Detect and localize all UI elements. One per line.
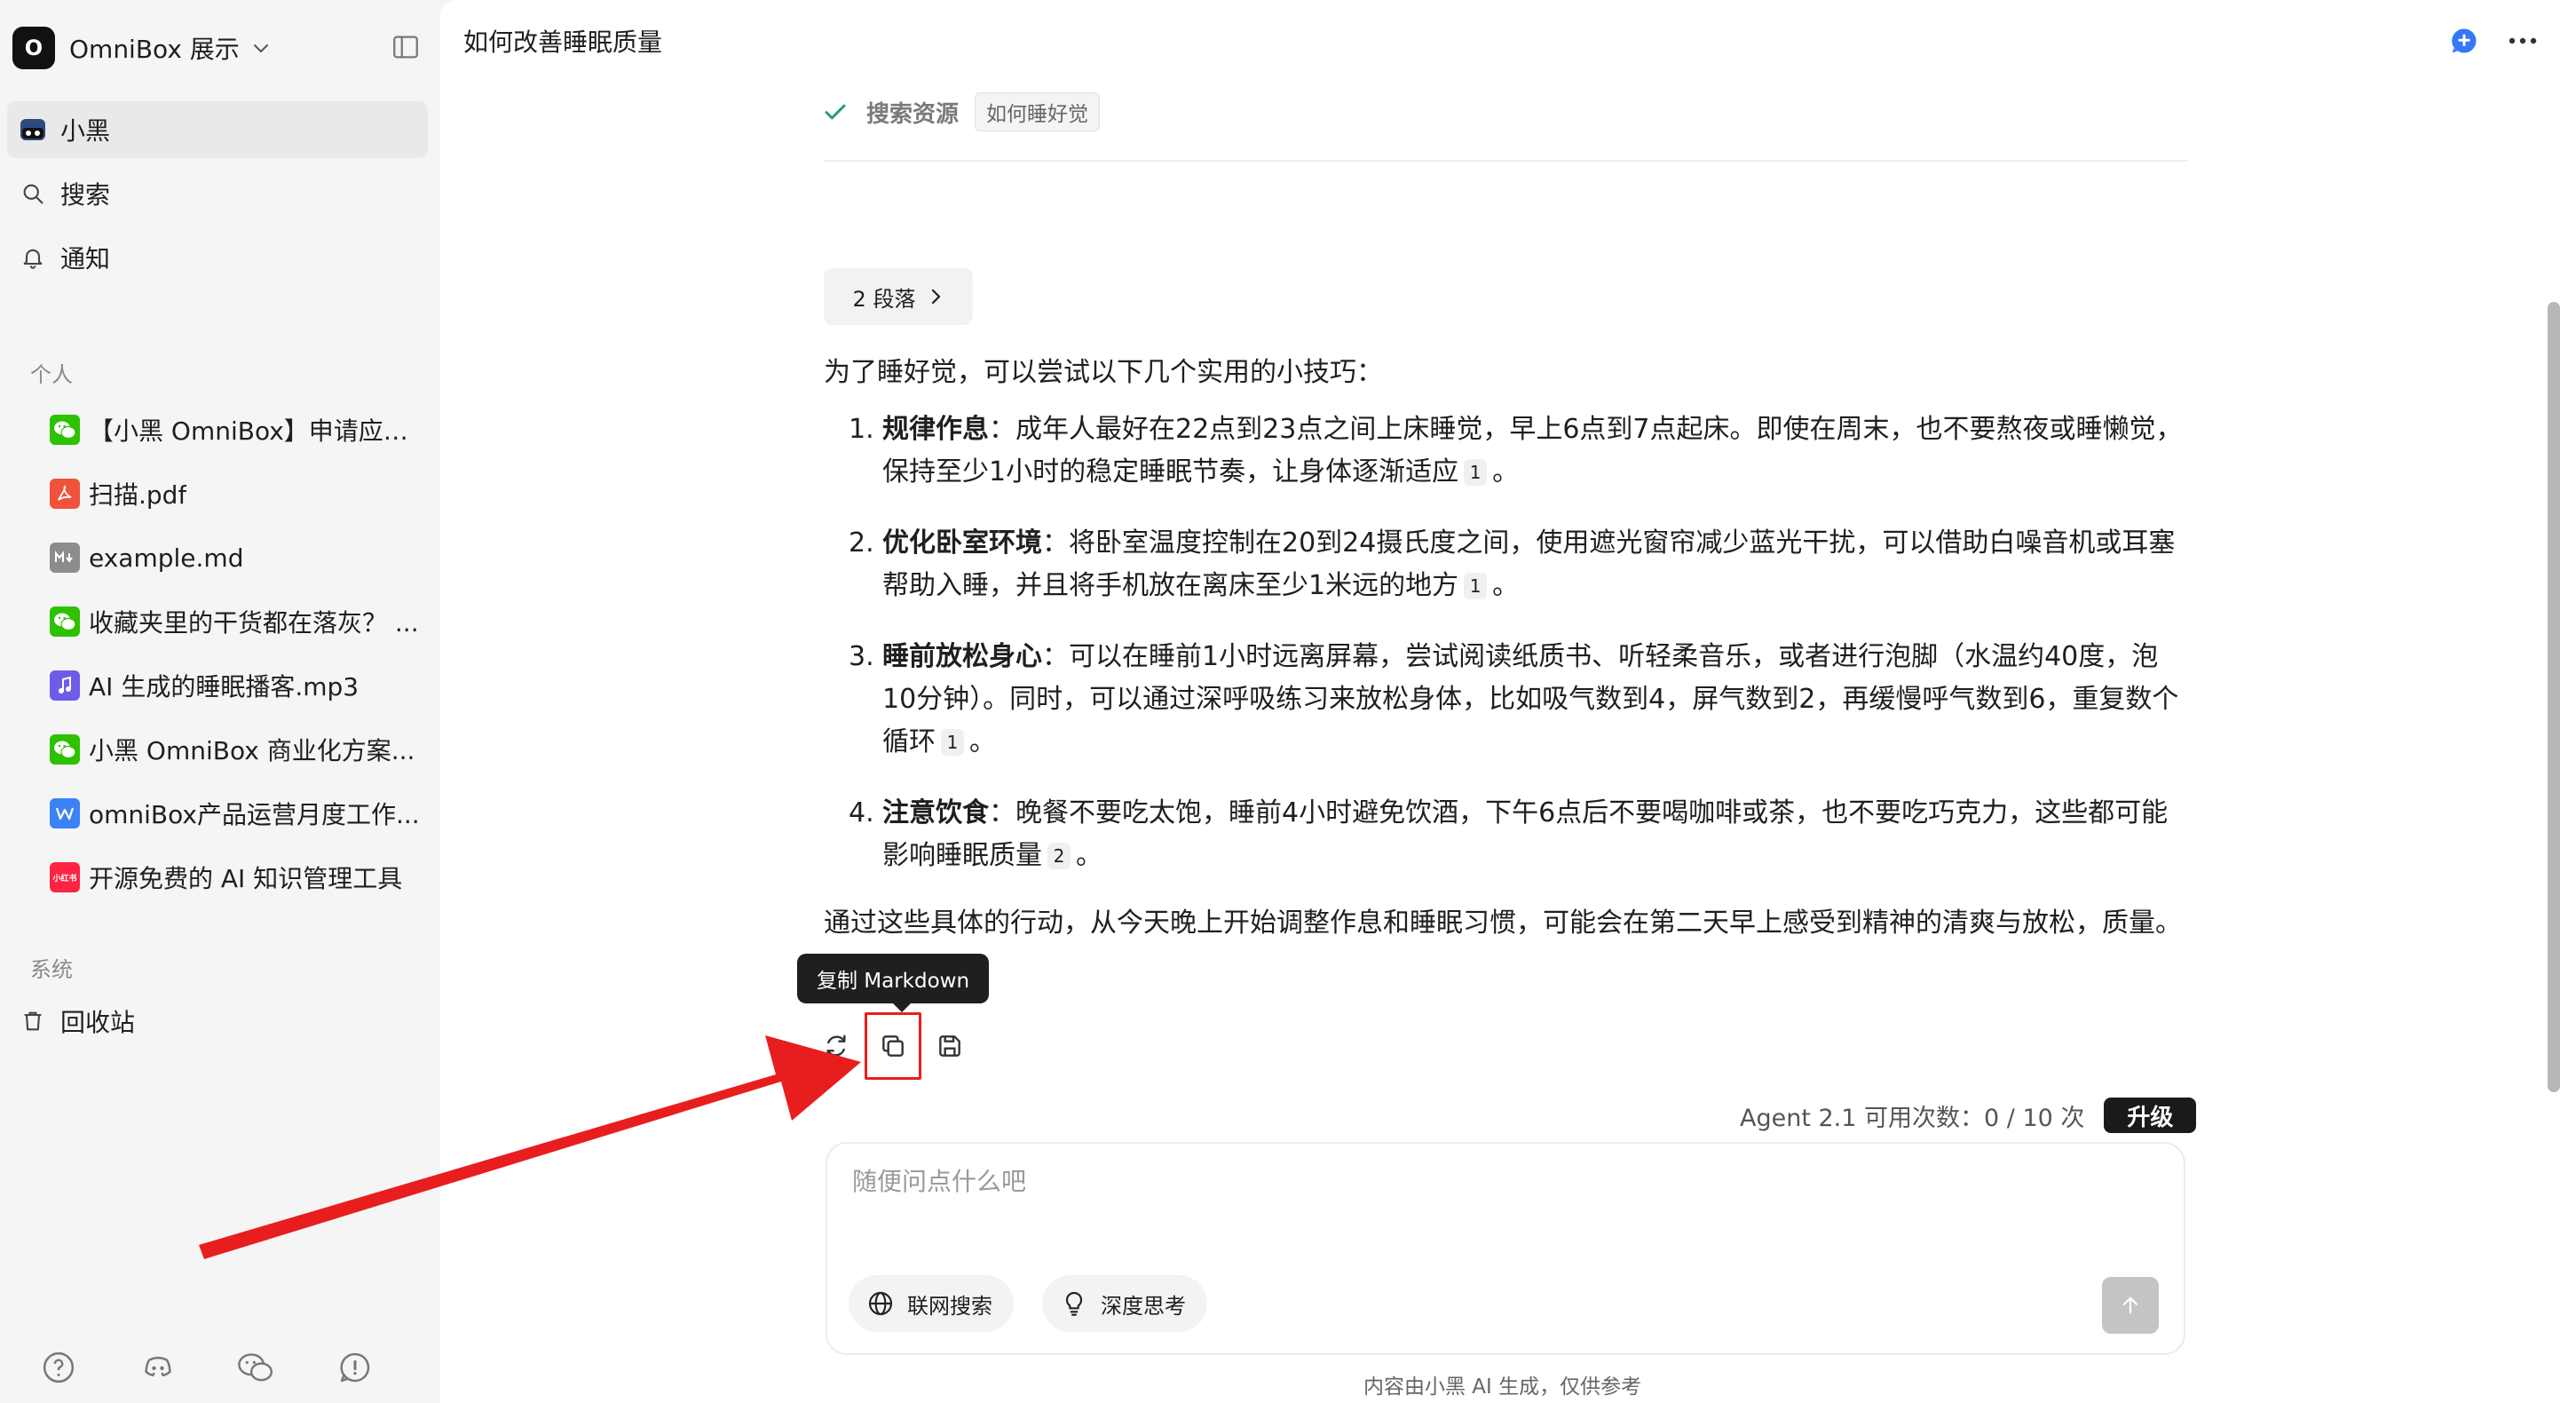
xiaohongshu-icon: 小红书 bbox=[50, 862, 80, 892]
globe-icon bbox=[868, 1291, 893, 1316]
nav-item-label: 搜索 bbox=[60, 180, 111, 210]
file-item-label: 【小黑 OmniBox】申请应聘... bbox=[89, 416, 423, 446]
wechat-icon bbox=[50, 734, 80, 765]
list-item: 2. 优化卧室环境：将卧室温度控制在20到24摄氏度之间，使用遮光窗帘减少蓝光干扰… bbox=[849, 527, 2176, 601]
trash-icon bbox=[18, 1006, 48, 1036]
divider bbox=[824, 160, 2187, 162]
chat-composer: 联网搜索 深度思考 bbox=[826, 1142, 2185, 1355]
workspace-avatar: O bbox=[12, 27, 55, 69]
wechat-icon bbox=[50, 415, 80, 445]
file-item[interactable]: 收藏夹里的干货都在落灰？ ... bbox=[50, 597, 423, 646]
more-options-icon[interactable] bbox=[2503, 21, 2542, 60]
nav-item-trash[interactable]: 回收站 bbox=[7, 993, 428, 1050]
word-icon bbox=[50, 798, 80, 828]
file-item-label: AI 生成的睡眠播客.mp3 bbox=[89, 672, 360, 702]
nav-item-xiaohei[interactable]: 小黑 bbox=[7, 101, 428, 158]
answer-body: 为了睡好觉，可以尝试以下几个实用的小技巧： 1. 规律作息：成年人最好在22点到2… bbox=[824, 352, 2191, 945]
file-item-label: 开源免费的 AI 知识管理工具 bbox=[89, 864, 403, 893]
section-label-personal: 个人 bbox=[30, 362, 73, 387]
chevron-down-icon bbox=[253, 44, 268, 52]
file-item-label: 小黑 OmniBox 商业化方案... bbox=[89, 736, 415, 765]
xiaohei-avatar-icon bbox=[18, 115, 48, 145]
answer-outro: 通过这些具体的行动，从今天晚上开始调整作息和睡眠习惯，可能会在第二天早上感受到精… bbox=[824, 908, 2182, 939]
citation-badge[interactable]: 1 bbox=[1464, 459, 1488, 486]
list-item: 4. 注意饮食：晚餐不要吃太饱，睡前4小时避免饮酒，下午6点后不要喝咖啡或茶，也不… bbox=[849, 797, 2169, 871]
markdown-icon bbox=[50, 543, 80, 573]
discord-icon[interactable] bbox=[135, 1344, 181, 1391]
main-panel: 如何改善睡眠质量 搜索资源 如何睡好觉 2 段落 为了睡好觉，可以尝试以下几个实… bbox=[440, 0, 2576, 1403]
upgrade-button[interactable]: 升级 bbox=[2104, 1098, 2197, 1133]
wechat-icon bbox=[50, 606, 80, 637]
sidebar: O OmniBox 展示 小黑 搜索 通知 个人 【小黑 OmniBox】申请应… bbox=[0, 0, 440, 1403]
save-icon[interactable] bbox=[930, 1026, 969, 1066]
regenerate-icon[interactable] bbox=[817, 1026, 856, 1066]
new-chat-icon[interactable] bbox=[2445, 21, 2484, 60]
citation-badge[interactable]: 1 bbox=[941, 729, 964, 756]
page-title: 如何改善睡眠质量 bbox=[463, 28, 663, 57]
list-item: 3. 睡前放松身心：可以在睡前1小时远离屏幕，尝试阅读纸质书、听轻柔音乐，或者进行… bbox=[849, 641, 2179, 757]
copy-markdown-tooltip: 复制 Markdown bbox=[797, 954, 989, 1012]
arrow-up-icon bbox=[2122, 1296, 2138, 1314]
pdf-icon bbox=[50, 479, 80, 509]
bell-icon bbox=[18, 242, 48, 273]
answer-intro: 为了睡好觉，可以尝试以下几个实用的小技巧： bbox=[824, 357, 1383, 388]
nav-item-search[interactable]: 搜索 bbox=[7, 165, 428, 222]
wechat-community-icon[interactable] bbox=[233, 1344, 279, 1391]
sidebar-footer bbox=[0, 1344, 440, 1394]
file-item[interactable]: 小黑 OmniBox 商业化方案... bbox=[50, 725, 423, 774]
file-item[interactable]: omniBox产品运营月度工作... bbox=[50, 789, 423, 838]
section-label-system: 系统 bbox=[30, 957, 73, 982]
paragraph-count: 2 段落 bbox=[852, 286, 916, 312]
scrollbar-thumb[interactable] bbox=[2548, 302, 2560, 1092]
paragraph-toggle-button[interactable]: 2 段落 bbox=[824, 268, 973, 325]
nav-item-label: 通知 bbox=[60, 244, 111, 273]
citation-badge[interactable]: 1 bbox=[1464, 573, 1488, 599]
file-item[interactable]: example.md bbox=[50, 533, 423, 583]
chat-input[interactable] bbox=[852, 1167, 2095, 1196]
tip-title: 优化卧室环境 bbox=[882, 527, 1042, 559]
tip-title: 规律作息 bbox=[882, 414, 989, 445]
usage-indicator: Agent 2.1 可用次数：0 / 10 次 升级 bbox=[1740, 1098, 2197, 1133]
ai-disclaimer: 内容由小黑 AI 生成，仅供参考 bbox=[1363, 1375, 1642, 1399]
web-search-toggle[interactable]: 联网搜索 bbox=[849, 1275, 1014, 1332]
sidebar-toggle-icon[interactable] bbox=[391, 32, 421, 62]
help-icon[interactable] bbox=[36, 1344, 82, 1391]
tip-title: 睡前放松身心 bbox=[882, 641, 1042, 672]
web-search-label: 联网搜索 bbox=[907, 1293, 992, 1319]
deep-think-label: 深度思考 bbox=[1101, 1293, 1186, 1319]
workspace-name: OmniBox 展示 bbox=[69, 35, 240, 64]
search-query-tag[interactable]: 如何睡好觉 bbox=[975, 92, 1101, 131]
file-item[interactable]: AI 生成的睡眠播客.mp3 bbox=[50, 661, 423, 710]
list-item: 1. 规律作息：成年人最好在22点到23点之间上床睡觉，早上6点到7点起床。即使在… bbox=[849, 414, 2183, 487]
file-item[interactable]: 扫描.pdf bbox=[50, 469, 423, 519]
file-item-label: 收藏夹里的干货都在落灰？ ... bbox=[89, 608, 419, 638]
file-item[interactable]: 小红书 开源免费的 AI 知识管理工具 bbox=[50, 852, 423, 902]
nav-item-notifications[interactable]: 通知 bbox=[7, 229, 428, 286]
search-label: 搜索资源 bbox=[866, 100, 960, 128]
search-status: 搜索资源 如何睡好觉 bbox=[822, 92, 1101, 131]
chevron-right-icon bbox=[932, 289, 941, 305]
copy-highlight-box bbox=[865, 1012, 921, 1080]
workspace-switcher[interactable]: O OmniBox 展示 bbox=[12, 25, 272, 71]
file-item-label: example.md bbox=[89, 543, 244, 573]
nav-item-label: 回收站 bbox=[60, 1008, 136, 1037]
file-item-label: 扫描.pdf bbox=[89, 480, 187, 510]
feedback-icon[interactable] bbox=[332, 1344, 378, 1391]
deep-think-toggle[interactable]: 深度思考 bbox=[1042, 1275, 1207, 1332]
search-icon bbox=[18, 178, 48, 209]
lightbulb-icon bbox=[1065, 1291, 1083, 1316]
send-button[interactable] bbox=[2102, 1277, 2159, 1334]
audio-icon bbox=[50, 670, 80, 701]
file-item-label: omniBox产品运营月度工作... bbox=[89, 800, 420, 829]
nav-item-label: 小黑 bbox=[60, 116, 111, 146]
usage-text: Agent 2.1 可用次数：0 / 10 次 bbox=[1740, 1104, 2085, 1132]
file-item[interactable]: 【小黑 OmniBox】申请应聘... bbox=[50, 405, 423, 455]
tips-list: 1. 规律作息：成年人最好在22点到23点之间上床睡觉，早上6点到7点起床。即使在… bbox=[824, 408, 2191, 877]
tip-title: 注意饮食 bbox=[882, 797, 989, 828]
check-icon bbox=[825, 104, 846, 120]
citation-badge[interactable]: 2 bbox=[1047, 843, 1071, 869]
